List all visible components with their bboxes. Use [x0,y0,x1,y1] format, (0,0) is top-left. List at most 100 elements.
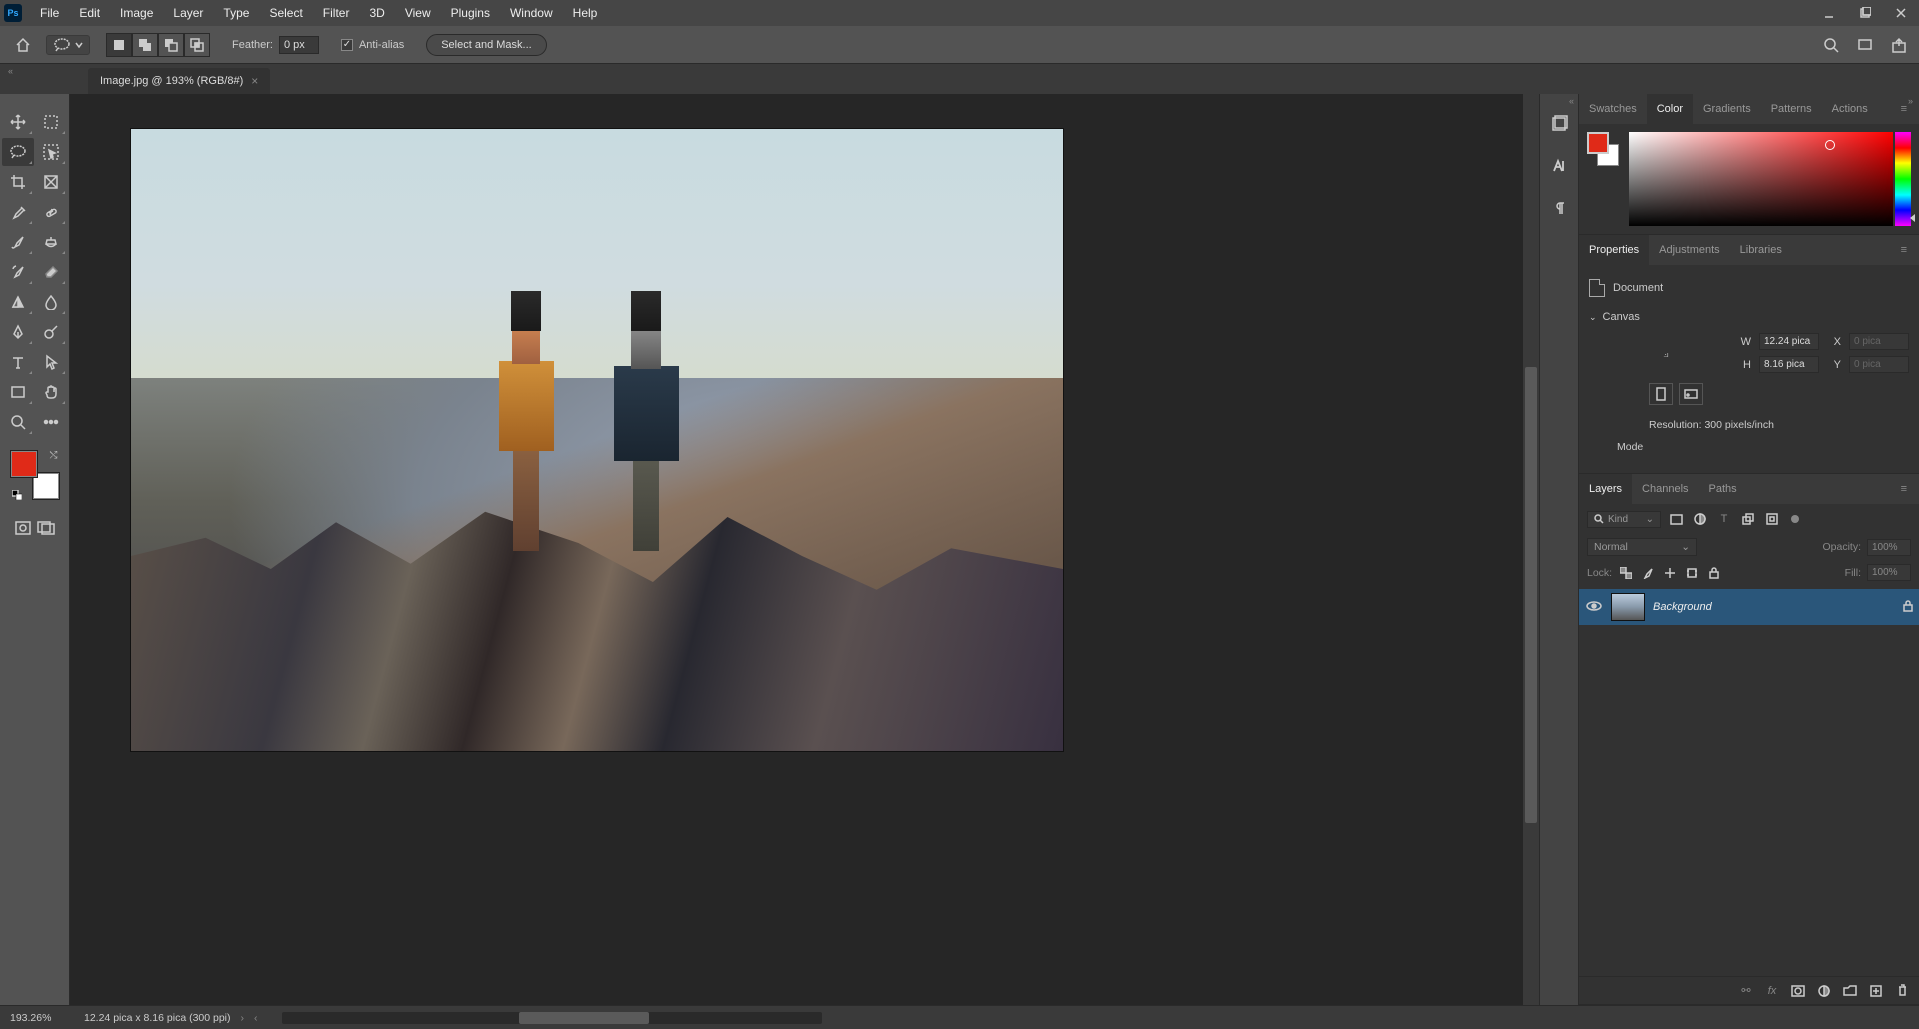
properties-panel-menu-icon[interactable]: ≡ [1895,244,1913,256]
group-layers-icon[interactable] [1841,982,1859,1000]
layer-name[interactable]: Background [1653,601,1712,613]
orientation-portrait[interactable] [1649,383,1673,405]
menu-select[interactable]: Select [259,6,312,20]
lasso-tool[interactable] [2,138,34,166]
menu-file[interactable]: File [30,6,69,20]
window-minimize[interactable] [1811,0,1847,26]
eyedropper-tool[interactable] [2,198,34,226]
layer-lock-indicator-icon[interactable] [1903,600,1913,615]
hue-slider[interactable] [1895,132,1911,226]
toolbox-collapse-chevron[interactable]: « [8,66,13,76]
adjustment-layer-icon[interactable] [1815,982,1833,1000]
marquee-tool[interactable] [36,108,68,136]
lock-artboard-icon[interactable] [1684,565,1700,581]
tab-actions[interactable]: Actions [1822,94,1878,124]
new-layer-icon[interactable] [1867,982,1885,1000]
fill-value[interactable]: 100% [1867,564,1911,581]
layer-visibility-icon[interactable] [1585,600,1603,615]
layer-row[interactable]: Background [1579,589,1919,625]
color-panel-fg-swatch[interactable] [1587,132,1609,154]
selection-intersect[interactable] [184,33,210,57]
layer-filter-kind-dropdown[interactable]: Kind ⌄ [1587,511,1661,528]
menu-view[interactable]: View [395,6,441,20]
blend-mode-dropdown[interactable]: Normal ⌄ [1587,538,1697,556]
vertical-scrollbar[interactable] [1523,94,1539,1005]
paragraph-panel-icon[interactable] [1547,196,1571,220]
screen-mode-icon[interactable] [1853,33,1877,57]
edit-toolbar[interactable] [36,408,68,436]
menu-filter[interactable]: Filter [313,6,360,20]
window-close[interactable] [1883,0,1919,26]
lock-all-icon[interactable] [1706,565,1722,581]
clone-stamp-tool[interactable] [36,228,68,256]
window-maximize[interactable] [1847,0,1883,26]
status-info-chevron-left[interactable]: ‹ [254,1012,258,1024]
hand-tool[interactable] [36,378,68,406]
tab-paths[interactable]: Paths [1699,474,1747,504]
opacity-value[interactable]: 100% [1867,539,1911,556]
frame-tool[interactable] [36,168,68,196]
tab-gradients[interactable]: Gradients [1693,94,1761,124]
collapsed-expand-chevron[interactable]: « [1569,96,1574,106]
feather-input[interactable] [279,36,319,54]
selection-new[interactable] [106,33,132,57]
link-layers-icon[interactable]: ⚯ [1737,982,1755,1000]
history-panel-icon[interactable] [1547,112,1571,136]
tab-color[interactable]: Color [1647,94,1693,124]
antialias-checkbox[interactable] [341,39,353,51]
tab-libraries[interactable]: Libraries [1730,235,1792,265]
quick-mask-icon[interactable] [15,514,31,542]
home-button[interactable] [8,31,38,59]
tab-layers[interactable]: Layers [1579,474,1632,504]
tab-patterns[interactable]: Patterns [1761,94,1822,124]
eraser-tool[interactable] [36,258,68,286]
close-tab-icon[interactable]: × [251,74,258,88]
screen-mode-tool-icon[interactable] [37,514,55,542]
menu-layer[interactable]: Layer [163,6,213,20]
swap-colors-icon[interactable]: ⤭ [50,450,58,461]
menu-help[interactable]: Help [563,6,608,20]
horizontal-scrollbar[interactable] [282,1012,822,1024]
lock-pixels-icon[interactable] [1640,565,1656,581]
tool-preset-dropdown[interactable] [46,35,90,55]
gradient-tool[interactable] [2,288,34,316]
character-panel-icon[interactable] [1547,154,1571,178]
healing-brush-tool[interactable] [36,198,68,226]
object-selection-tool[interactable] [36,138,68,166]
filter-adjustment-icon[interactable] [1691,510,1709,528]
canvas[interactable] [70,94,1523,1005]
history-brush-tool[interactable] [2,258,34,286]
menu-plugins[interactable]: Plugins [441,6,500,20]
pen-tool[interactable] [2,318,34,346]
move-tool[interactable] [2,108,34,136]
status-zoom-level[interactable]: 193.26% [10,1012,70,1024]
filter-pixel-icon[interactable] [1667,510,1685,528]
color-picker-marker[interactable] [1825,140,1835,150]
menu-window[interactable]: Window [500,6,563,20]
shape-tool[interactable] [2,378,34,406]
menu-3d[interactable]: 3D [359,6,394,20]
menu-type[interactable]: Type [213,6,259,20]
menu-image[interactable]: Image [110,6,163,20]
search-icon[interactable] [1819,33,1843,57]
selection-add[interactable] [132,33,158,57]
document-tab[interactable]: Image.jpg @ 193% (RGB/8#) × [88,68,270,94]
selection-subtract[interactable] [158,33,184,57]
dodge-tool[interactable] [36,318,68,346]
foreground-color-swatch[interactable] [10,450,38,478]
layer-mask-icon[interactable] [1789,982,1807,1000]
tab-channels[interactable]: Channels [1632,474,1698,504]
select-and-mask-button[interactable]: Select and Mask... [426,34,547,56]
brush-tool[interactable] [2,228,34,256]
filter-shape-icon[interactable] [1739,510,1757,528]
height-value[interactable]: 8.16 pica [1759,356,1819,373]
orientation-landscape[interactable] [1679,383,1703,405]
blur-tool[interactable] [36,288,68,316]
tab-adjustments[interactable]: Adjustments [1649,235,1730,265]
path-selection-tool[interactable] [36,348,68,376]
layer-thumbnail[interactable] [1611,593,1645,621]
canvas-section-header[interactable]: ⌄ Canvas [1589,303,1909,333]
crop-tool[interactable] [2,168,34,196]
default-colors-icon[interactable] [12,490,22,500]
share-icon[interactable] [1887,33,1911,57]
